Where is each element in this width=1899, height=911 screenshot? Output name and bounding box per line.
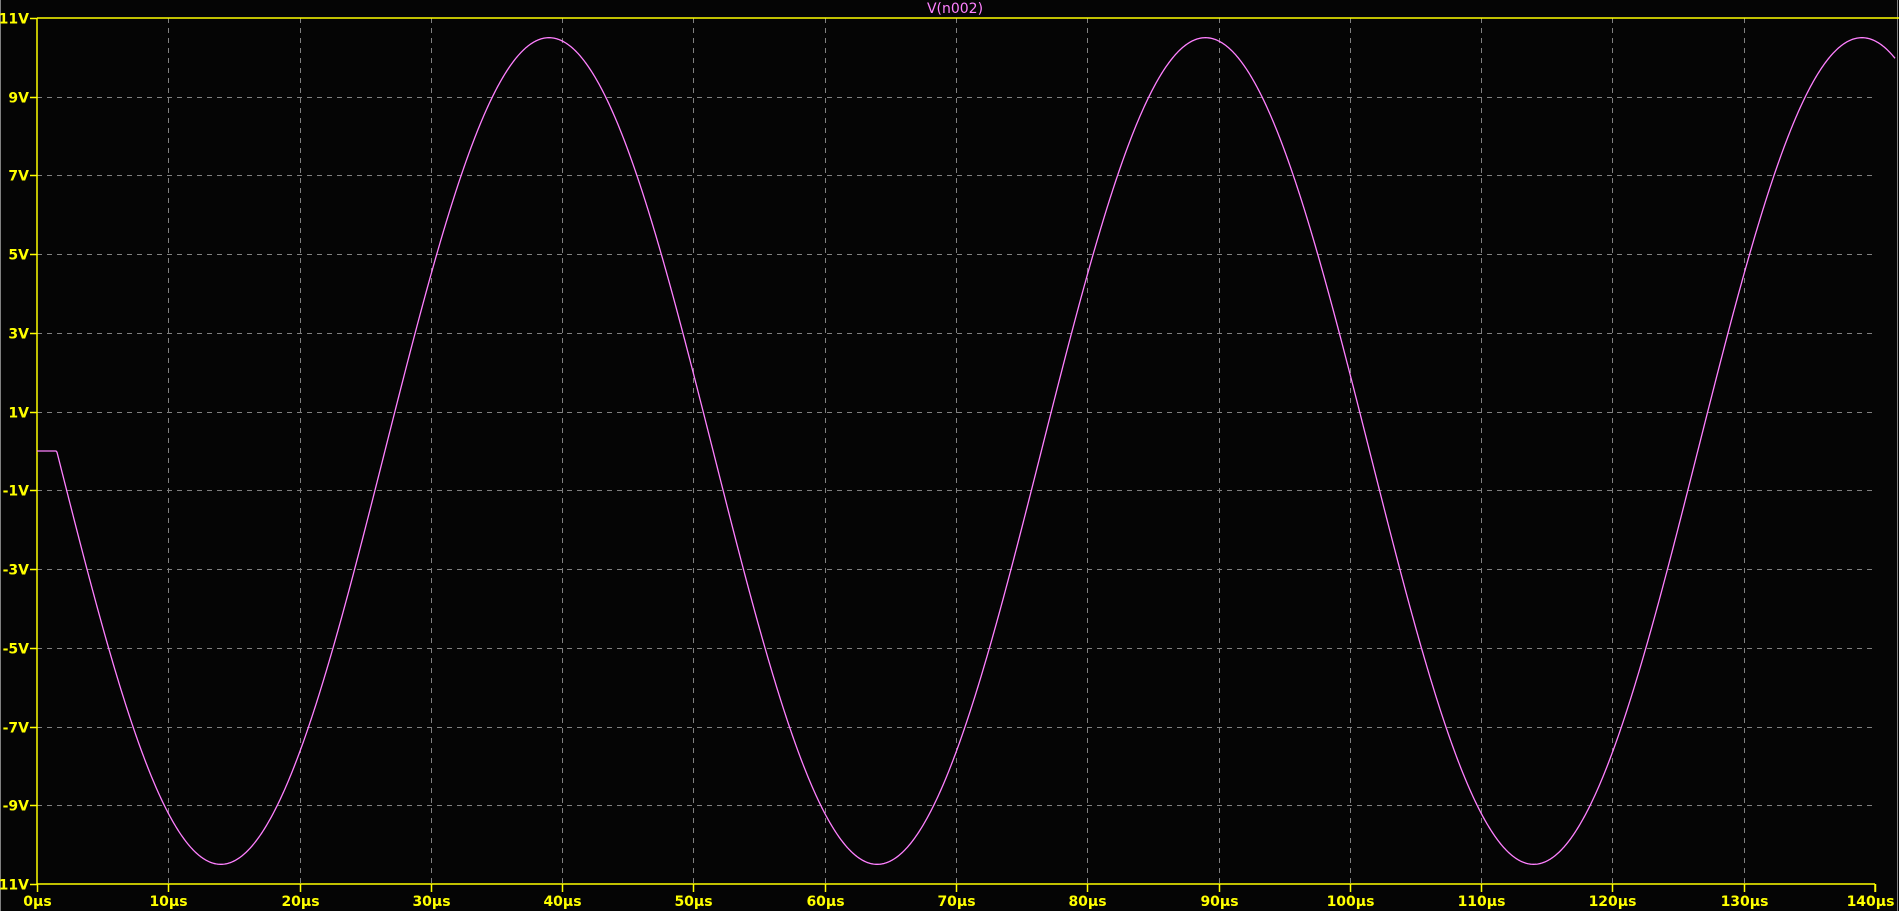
y-tick-label: 5V bbox=[8, 248, 29, 264]
x-tick-label: 100µs bbox=[1327, 894, 1375, 910]
x-tick-label: 110µs bbox=[1458, 894, 1506, 910]
y-tick-label: -5V bbox=[3, 642, 30, 658]
y-tick-label: -1V bbox=[3, 484, 30, 500]
x-tick-label: 90µs bbox=[1200, 894, 1238, 910]
y-tick-label: 9V bbox=[8, 91, 29, 107]
y-tick-label: -9V bbox=[3, 799, 30, 815]
y-tick-label: 3V bbox=[8, 327, 29, 343]
trace-v-n002[interactable] bbox=[37, 37, 1896, 865]
x-tick-label: 80µs bbox=[1068, 894, 1106, 910]
x-tick-label: 120µs bbox=[1589, 894, 1637, 910]
y-tick-label: -11V bbox=[0, 878, 29, 894]
x-tick-label: 130µs bbox=[1721, 894, 1769, 910]
y-tick-label: 11V bbox=[0, 12, 29, 28]
y-tick-label: -7V bbox=[3, 721, 30, 737]
x-tick-label: 0µs bbox=[23, 894, 51, 910]
x-axis-ticks: 0µs 10µs 20µs 30µs 40µs 50µs 60µs 70µs 80µs 90µs 1… bbox=[23, 884, 1894, 910]
x-tick-label: 40µs bbox=[543, 894, 581, 910]
y-tick-label: 1V bbox=[8, 406, 29, 422]
y-axis-ticks: 11V 9V 7V 5V 3V 1V -1V -3V -5V -7V -9V -11V bbox=[0, 12, 37, 894]
x-tick-label: 70µs bbox=[937, 894, 975, 910]
x-tick-label: 20µs bbox=[281, 894, 319, 910]
axes bbox=[36, 17, 1899, 892]
waveform-plot[interactable]: 0µs 10µs 20µs 30µs 40µs 50µs 60µs 70µs 80µs 90µs 1… bbox=[0, 0, 1899, 911]
x-tick-label: 60µs bbox=[806, 894, 844, 910]
y-tick-label: 7V bbox=[8, 169, 29, 185]
x-tick-label: 10µs bbox=[149, 894, 187, 910]
x-tick-label: 30µs bbox=[412, 894, 450, 910]
y-tick-label: -3V bbox=[3, 563, 30, 579]
trace-title[interactable]: V(n002) bbox=[927, 1, 983, 17]
x-tick-label: 140µs bbox=[1847, 894, 1895, 910]
x-tick-label: 50µs bbox=[674, 894, 712, 910]
